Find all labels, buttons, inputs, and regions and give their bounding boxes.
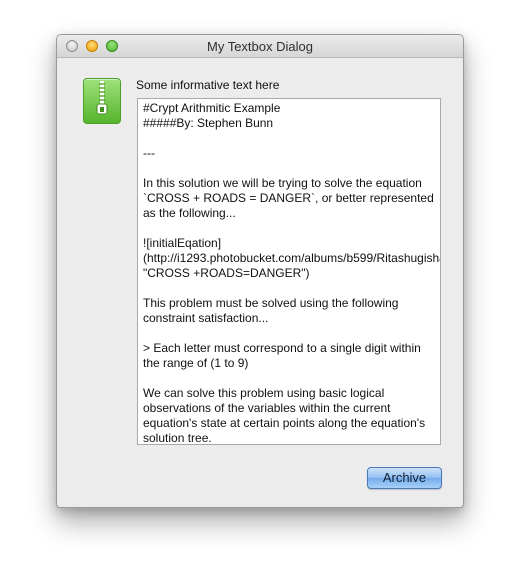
- window-title: My Textbox Dialog: [207, 39, 313, 54]
- dialog-textbox[interactable]: #Crypt Arithmitic Example #####By: Steph…: [137, 98, 441, 445]
- screenshot-stage: My Textbox Dialog Some informative text …: [0, 0, 519, 586]
- textbox-content[interactable]: #Crypt Arithmitic Example #####By: Steph…: [143, 101, 440, 444]
- dialog-window: My Textbox Dialog Some informative text …: [56, 34, 464, 508]
- informative-text: Some informative text here: [136, 78, 280, 92]
- zipper-archive-icon: [83, 78, 121, 124]
- title-bar[interactable]: My Textbox Dialog: [57, 35, 463, 58]
- archive-button[interactable]: Archive: [367, 467, 442, 489]
